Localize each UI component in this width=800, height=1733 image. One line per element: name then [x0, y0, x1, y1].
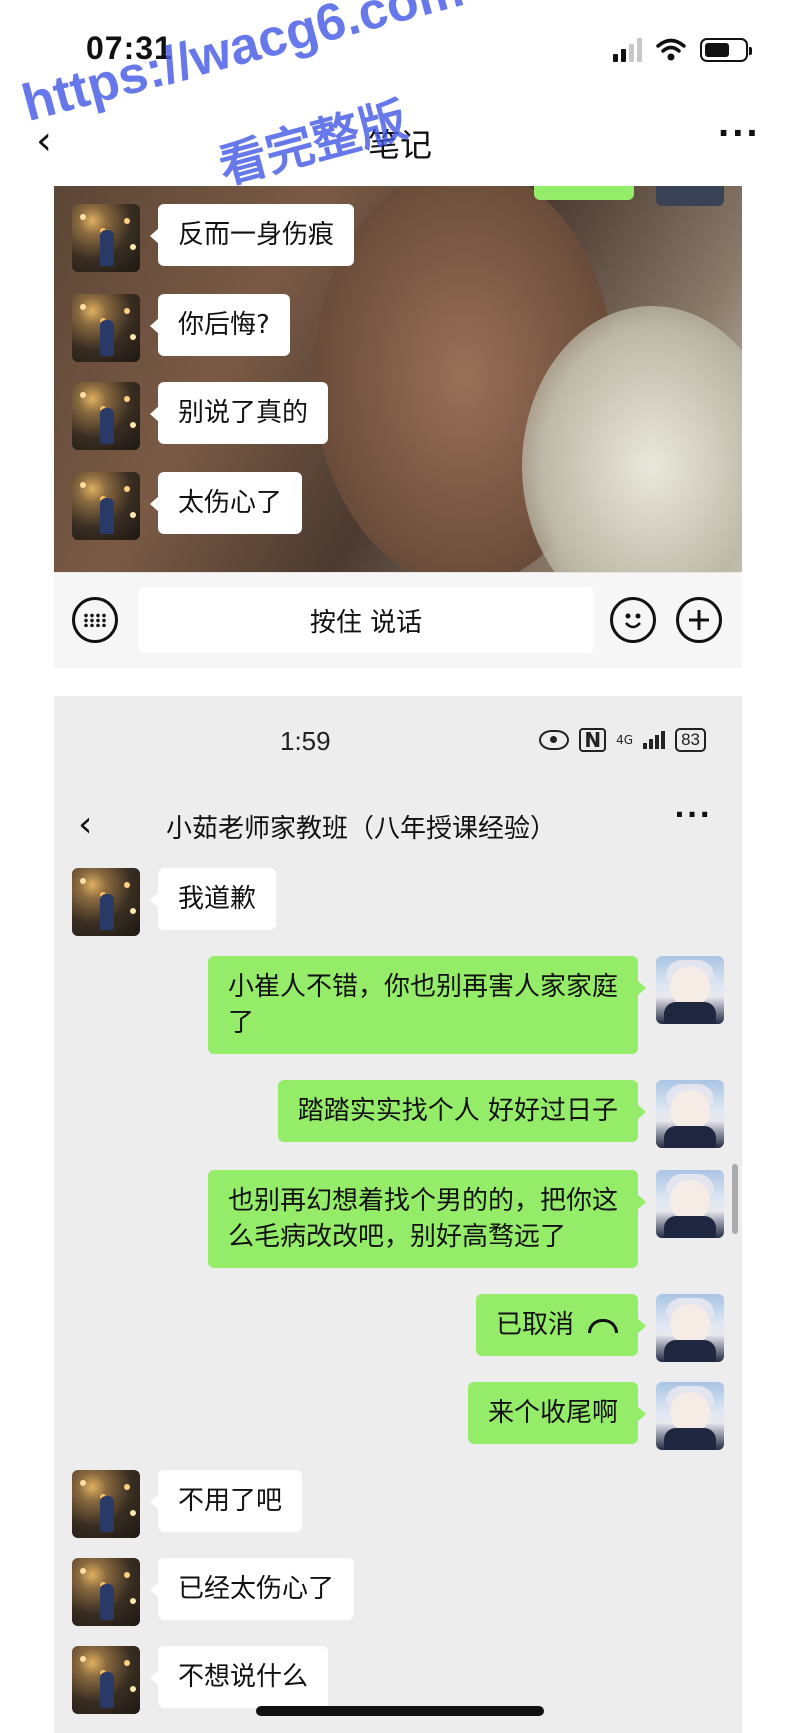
hold-to-talk-button[interactable]: 按住 说话	[138, 587, 594, 653]
smile-icon	[625, 613, 641, 629]
message-line: 么毛病改改吧，别好高骛远了	[228, 1222, 567, 1252]
message-bubble[interactable]: 我道歉	[149, 868, 277, 930]
list-item: 我道歉	[72, 868, 277, 936]
contact-avatar[interactable]	[72, 1558, 140, 1626]
eye-icon	[539, 730, 570, 750]
message-bubble[interactable]: 不想说什么	[149, 1646, 329, 1708]
list-item: 反而一身伤痕	[72, 204, 355, 272]
message-bubble[interactable]: 反而一身伤痕	[149, 204, 355, 266]
phone-hangup-icon	[588, 1318, 618, 1333]
emoji-icon[interactable]	[610, 597, 656, 643]
status-time: 07:31	[86, 30, 173, 66]
contact-avatar[interactable]	[72, 294, 140, 362]
user-avatar[interactable]	[656, 956, 724, 1024]
message-bubble[interactable]: 已经太伤心了	[149, 1558, 355, 1620]
contact-avatar[interactable]	[72, 204, 140, 272]
message-bubble[interactable]: 踏踏实实找个人 好好过日子	[277, 1080, 647, 1142]
contact-avatar[interactable]	[72, 1646, 140, 1714]
partial-avatar	[656, 186, 724, 206]
list-item: 已经太伤心了	[72, 1558, 355, 1626]
message-bubble[interactable]: 来个收尾啊	[467, 1382, 647, 1444]
contact-avatar[interactable]	[72, 472, 140, 540]
list-item: 小崔人不错，你也别再害人家家庭 了	[208, 956, 724, 1054]
status-time: 1:59	[280, 726, 331, 756]
user-avatar[interactable]	[656, 1382, 724, 1450]
user-avatar[interactable]	[656, 1080, 724, 1148]
keyboard-icon[interactable]	[72, 597, 118, 643]
contact-avatar[interactable]	[72, 382, 140, 450]
partial-sent-bubble	[534, 186, 634, 200]
message-bubble[interactable]: 不用了吧	[149, 1470, 303, 1532]
list-item: 踏踏实实找个人 好好过日子	[277, 1080, 724, 1148]
chat-title: 小茹老师家教班（八年授课经验）	[166, 814, 557, 844]
message-bubble[interactable]: 别说了真的	[149, 382, 329, 444]
user-avatar[interactable]	[656, 1170, 724, 1238]
battery-level: 83	[675, 728, 706, 752]
user-avatar[interactable]	[656, 1294, 724, 1362]
status-icons	[613, 38, 752, 62]
message-line: 了	[228, 1008, 255, 1038]
more-button[interactable]: ···	[718, 114, 760, 152]
back-button[interactable]: ‹	[78, 804, 92, 845]
network-icon: 4G	[616, 733, 634, 747]
wifi-icon	[656, 38, 686, 61]
battery-icon	[700, 38, 752, 62]
nfc-icon: N	[579, 728, 607, 752]
plus-icon[interactable]	[676, 597, 722, 643]
chat-nav-bar: ‹ 小茹老师家教班（八年授课经验） ···	[54, 796, 742, 856]
chat-input-bar: 按住 说话	[54, 572, 742, 668]
second-screenshot-chat: 1:59 N 4G 83 ‹ 小茹老师家教班（八年授课经验） ··· 我道歉 小…	[54, 696, 742, 1733]
signal-icon	[613, 38, 642, 62]
more-button[interactable]: ···	[674, 798, 712, 831]
message-bubble[interactable]: 小崔人不错，你也别再害人家家庭 了	[208, 956, 646, 1054]
message-bubble[interactable]: 太伤心了	[149, 472, 303, 534]
message-bubble[interactable]: 你后悔?	[150, 294, 290, 356]
list-item: 太伤心了	[72, 472, 303, 540]
outer-nav-bar: ‹ 笔记 ···	[0, 100, 800, 186]
page-title: 笔记	[367, 126, 432, 164]
scrollbar[interactable]	[732, 1164, 738, 1234]
list-item: 你后悔?	[72, 294, 290, 362]
list-item: 不想说什么	[72, 1646, 329, 1714]
home-indicator[interactable]	[256, 1706, 544, 1716]
message-line: 也别再幻想着找个男的的，把你这	[228, 1186, 619, 1216]
list-item: 不用了吧	[72, 1470, 303, 1538]
list-item: 别说了真的	[72, 382, 329, 450]
first-screenshot-chat: 反而一身伤痕 你后悔? 别说了真的 太伤心了	[54, 186, 742, 572]
contact-avatar[interactable]	[72, 1470, 140, 1538]
contact-avatar[interactable]	[72, 868, 140, 936]
signal-icon	[643, 731, 666, 749]
list-item: 来个收尾啊	[467, 1382, 724, 1450]
message-line: 小崔人不错，你也别再害人家家庭	[228, 972, 619, 1002]
status-icons: N 4G 83	[539, 728, 706, 752]
status-bar: 07:31	[0, 0, 800, 100]
list-item: 也别再幻想着找个男的的，把你这 么毛病改改吧，别好高骛远了	[208, 1170, 724, 1268]
list-item: 已取消	[475, 1294, 724, 1362]
message-bubble[interactable]: 也别再幻想着找个男的的，把你这 么毛病改改吧，别好高骛远了	[208, 1170, 646, 1268]
message-text: 已取消	[495, 1310, 574, 1340]
call-cancelled-bubble[interactable]: 已取消	[475, 1294, 647, 1356]
